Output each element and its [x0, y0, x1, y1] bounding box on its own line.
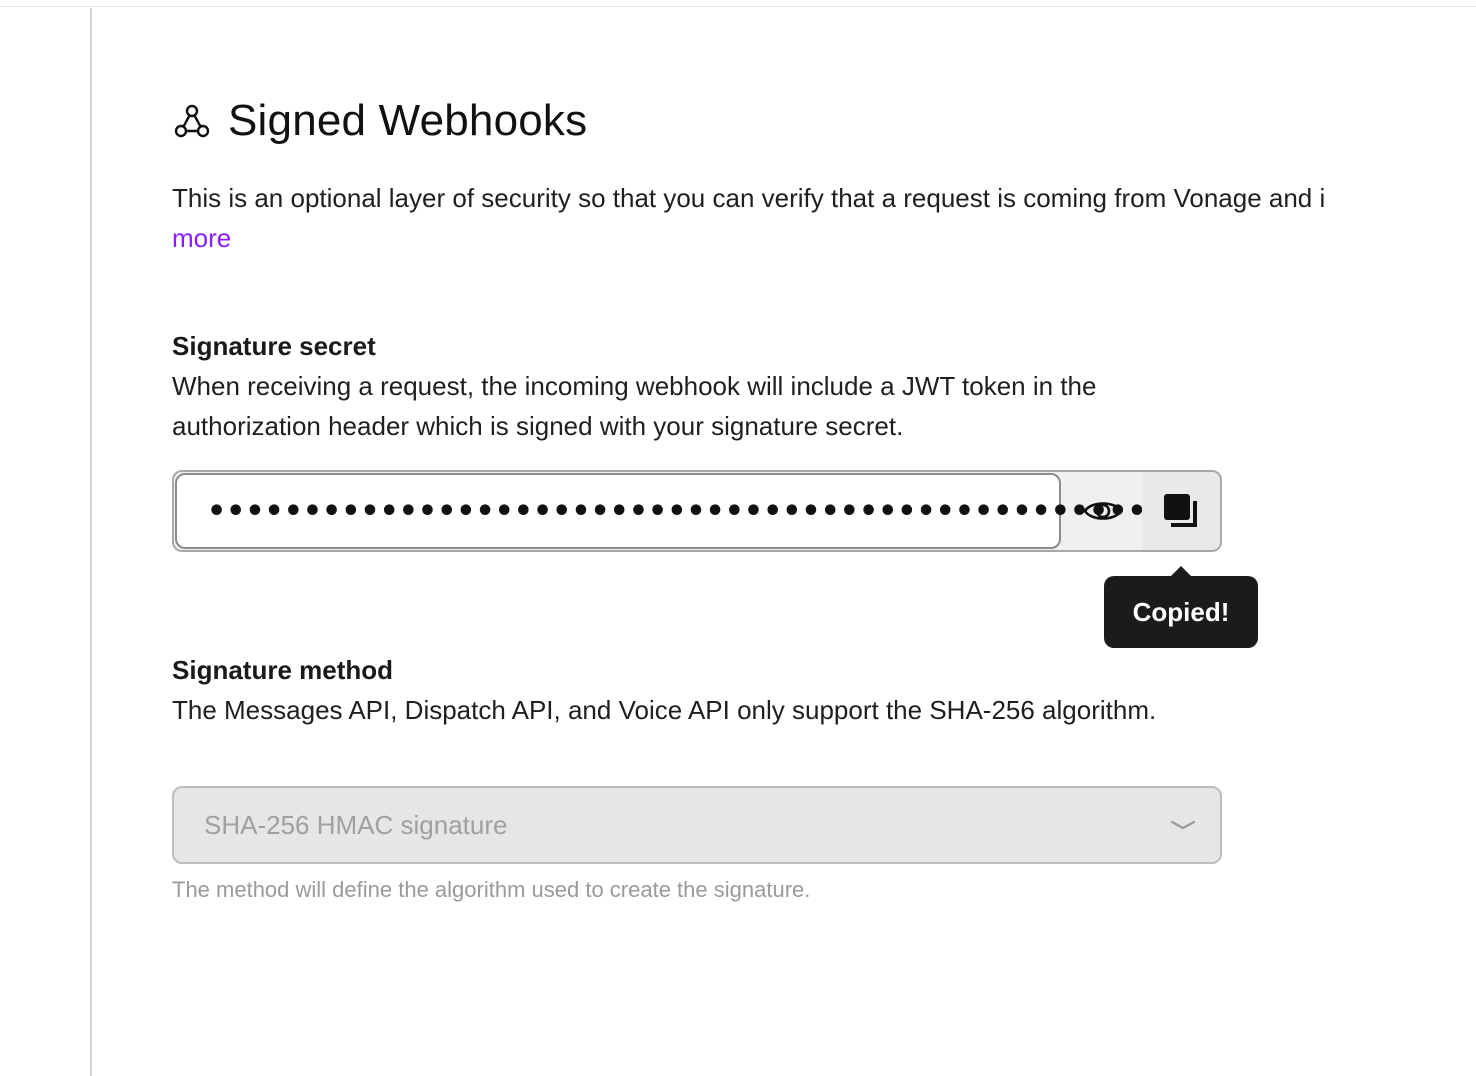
copied-tooltip: Copied!	[1104, 566, 1258, 648]
signature-secret-description: When receiving a request, the incoming w…	[172, 371, 1097, 441]
intro-text: This is an optional layer of security so…	[172, 183, 1326, 213]
signature-method-label: Signature method	[172, 655, 394, 685]
top-divider	[0, 6, 1476, 7]
webhook-icon	[172, 101, 212, 141]
signature-method-description: The Messages API, Dispatch API, and Voic…	[172, 695, 1157, 725]
signed-webhooks-section: Signed Webhooks This is an optional laye…	[172, 90, 1472, 902]
copy-icon	[1164, 494, 1197, 527]
signature-method-helper: The method will define the algorithm use…	[172, 877, 811, 902]
signature-secret-input[interactable]: ••••••••••••••••••••••••••••••••••••••••…	[175, 473, 1166, 549]
section-intro: This is an optional layer of security so…	[172, 178, 1472, 258]
signature-secret-block: Signature secret When receiving a reques…	[172, 326, 1222, 446]
eye-icon	[1083, 502, 1123, 520]
chevron-down-icon	[1168, 810, 1198, 840]
signature-method-select[interactable]: SHA-256 HMAC signature	[172, 786, 1222, 864]
learn-more-link[interactable]: more	[172, 218, 1472, 258]
sidebar-divider	[90, 8, 92, 1076]
section-heading: Signed Webhooks	[172, 90, 1472, 152]
page-title: Signed Webhooks	[228, 96, 588, 145]
signature-method-block: Signature method The Messages API, Dispa…	[172, 650, 1222, 730]
reveal-secret-button[interactable]	[1064, 472, 1142, 550]
signature-secret-label: Signature secret	[172, 331, 376, 361]
signature-secret-field: ••••••••••••••••••••••••••••••••••••••••…	[172, 470, 1222, 552]
signature-method-value: SHA-256 HMAC signature	[204, 809, 508, 840]
copy-secret-button[interactable]	[1142, 472, 1220, 550]
